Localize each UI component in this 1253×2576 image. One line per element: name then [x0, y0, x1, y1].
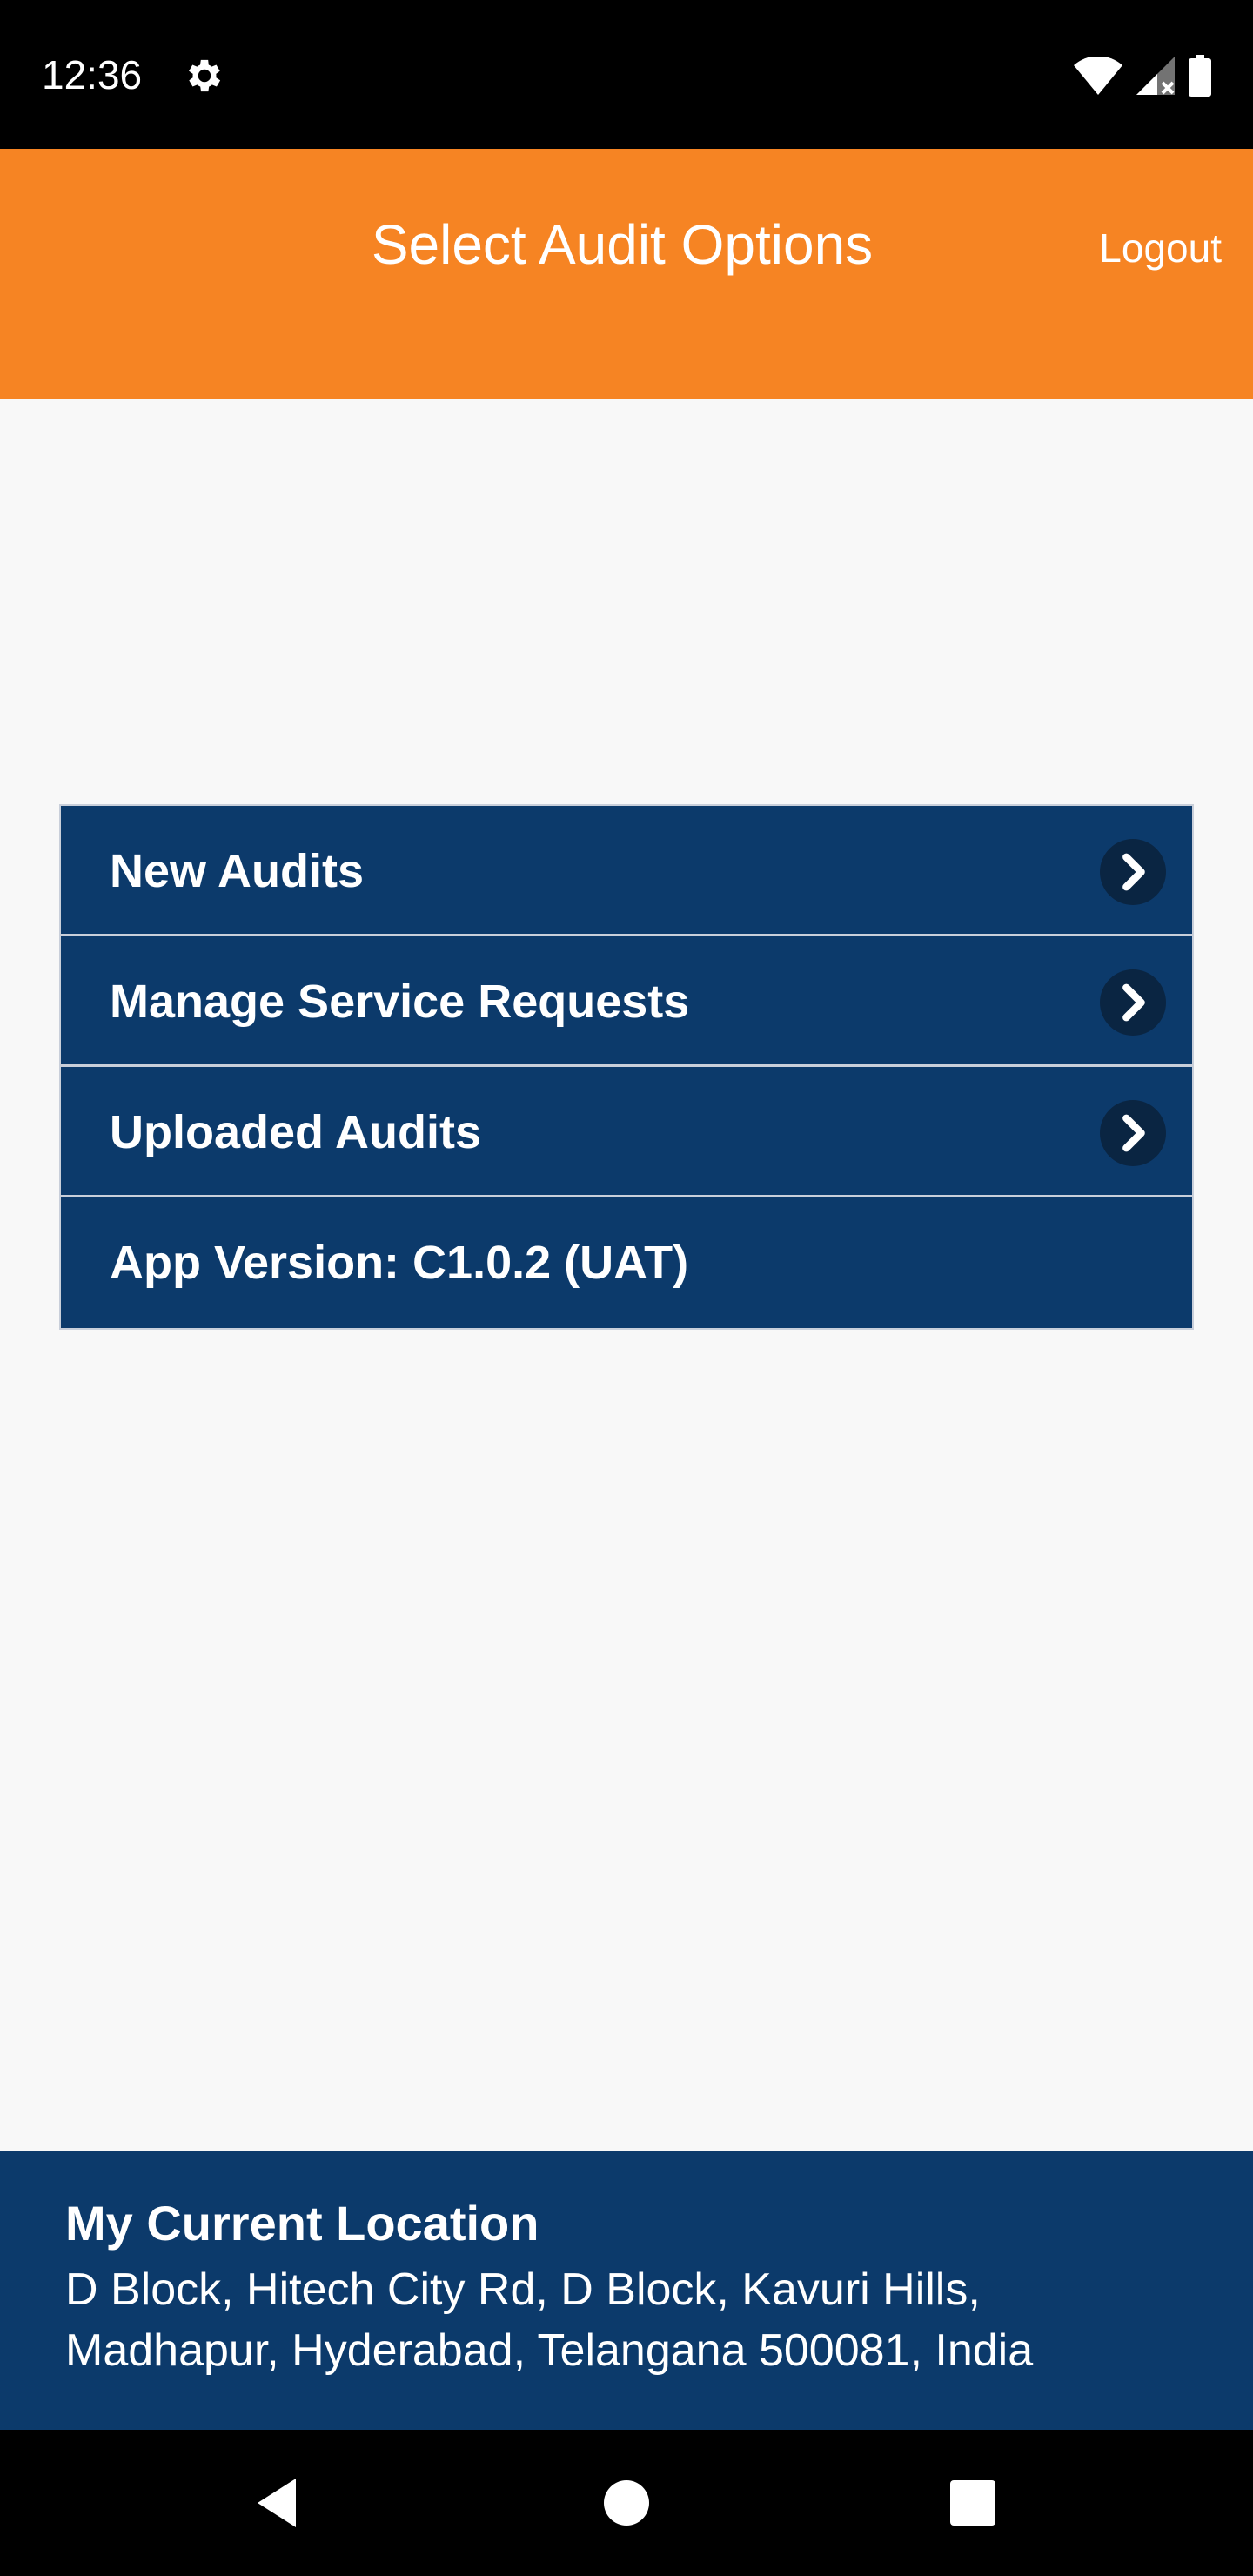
status-icons: [1074, 54, 1211, 97]
location-address: D Block, Hitech City Rd, D Block, Kavuri…: [65, 2264, 1034, 2376]
battery-icon: [1189, 55, 1211, 97]
app-version-row: App Version: C1.0.2 (UAT): [61, 1197, 1192, 1328]
chevron-right-icon: [1100, 1100, 1166, 1166]
chevron-right-icon: [1100, 969, 1166, 1036]
chevron-right-icon: [1100, 839, 1166, 905]
location-title: My Current Location: [65, 2196, 539, 2251]
home-icon[interactable]: [592, 2468, 661, 2538]
status-time: 12:36: [42, 52, 143, 97]
menu-item-label: Manage Service Requests: [110, 976, 690, 1028]
current-location-panel: My Current Location D Block, Hitech City…: [0, 2151, 1253, 2430]
app-header: Select Audit Options Logout: [0, 149, 1253, 399]
menu-item-manage-service-requests[interactable]: Manage Service Requests: [61, 936, 1192, 1067]
app-version-label: App Version: C1.0.2 (UAT): [110, 1237, 689, 1289]
status-bar: 12:36: [0, 0, 1253, 149]
menu-item-label: New Audits: [110, 845, 365, 897]
audit-options-menu: New Audits Manage Service Requests Uploa…: [59, 804, 1194, 1330]
wifi-icon: [1074, 57, 1122, 95]
back-icon[interactable]: [244, 2468, 313, 2538]
menu-item-new-audits[interactable]: New Audits: [61, 806, 1192, 936]
recents-icon[interactable]: [938, 2468, 1008, 2538]
signal-icon: [1136, 57, 1175, 95]
gear-icon: [189, 59, 221, 92]
menu-item-uploaded-audits[interactable]: Uploaded Audits: [61, 1067, 1192, 1197]
menu-item-label: Uploaded Audits: [110, 1106, 481, 1158]
page-title: Select Audit Options: [371, 213, 874, 276]
navigation-bar: [0, 2430, 1253, 2576]
logout-button[interactable]: Logout: [1099, 224, 1222, 272]
